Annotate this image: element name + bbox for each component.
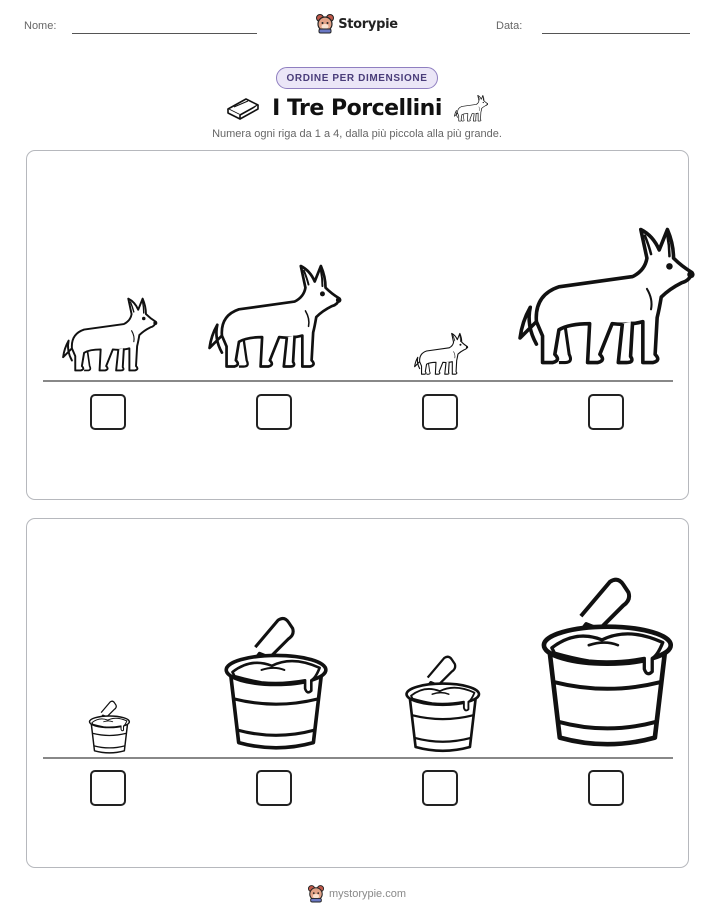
- bear-mascot-icon: [316, 14, 335, 34]
- mortar-bucket-icon: [536, 574, 676, 756]
- footer: mystorypie.com: [0, 885, 714, 903]
- baseline: [43, 757, 673, 759]
- row-mortar-buckets: [26, 518, 689, 868]
- wolf-icon: [414, 327, 469, 380]
- answer-box[interactable]: [256, 394, 292, 430]
- mortar-bucket-icon: [87, 700, 131, 756]
- brand-name: Storypie: [338, 16, 398, 32]
- instructions: Numera ogni riga da 1 a 4, dalla più pic…: [212, 128, 502, 140]
- footer-url[interactable]: mystorypie.com: [329, 888, 406, 900]
- date-field[interactable]: [542, 33, 690, 34]
- wolf-icon: [62, 288, 159, 380]
- answer-box[interactable]: [588, 394, 624, 430]
- date-label: Data:: [496, 20, 523, 32]
- baseline: [43, 380, 673, 382]
- category-badge: ORDINE PER DIMENSIONE: [276, 67, 438, 89]
- wolf-icon: [518, 210, 697, 380]
- answer-box[interactable]: [90, 770, 126, 806]
- answer-box[interactable]: [588, 770, 624, 806]
- mortar-bucket-icon: [402, 655, 482, 756]
- wolf-icon: [453, 95, 488, 122]
- row-wolves: [26, 150, 697, 500]
- answer-box[interactable]: [256, 770, 292, 806]
- answer-box[interactable]: [90, 394, 126, 430]
- answer-box[interactable]: [422, 394, 458, 430]
- brand-logo: Storypie: [0, 14, 714, 34]
- brick-icon: [227, 98, 259, 120]
- wolf-icon: [208, 251, 343, 380]
- answer-box[interactable]: [422, 770, 458, 806]
- mortar-bucket-icon: [220, 615, 330, 756]
- page-title: I Tre Porcellini: [272, 95, 442, 121]
- title-row: I Tre Porcellini: [0, 93, 714, 123]
- bear-mascot-icon: [307, 885, 324, 903]
